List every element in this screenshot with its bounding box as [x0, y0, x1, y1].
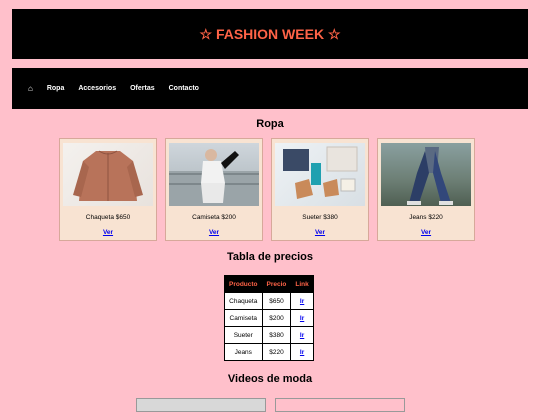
ver-link[interactable]: Ver: [209, 229, 219, 236]
home-icon[interactable]: ⌂: [28, 84, 33, 93]
product-grid: Chaqueta $650 Ver Camiseta $200 Ver Suet…: [59, 138, 475, 241]
ir-link[interactable]: Ir: [300, 349, 304, 356]
ver-link[interactable]: Ver: [103, 229, 113, 236]
site-header: ☆ FASHION WEEK ☆: [12, 9, 528, 59]
table-row: Chaqueta $650 Ir: [224, 292, 314, 310]
video-player[interactable]: [275, 398, 405, 412]
ver-link[interactable]: Ver: [315, 229, 325, 236]
product-caption: Chaqueta $650: [85, 214, 131, 221]
product-caption: Camiseta $200: [192, 214, 236, 221]
cell-link: Ir: [290, 292, 314, 310]
product-caption: Jeans $220: [409, 214, 443, 221]
product-card: Chaqueta $650 Ver: [59, 138, 157, 241]
cell-product: Sueter: [224, 326, 263, 344]
product-image-chaqueta: [63, 143, 153, 206]
cell-price: $650: [261, 292, 292, 310]
cell-product: Chaqueta: [224, 292, 263, 310]
cell-link: Ir: [290, 309, 314, 327]
section-title-ropa: Ropa: [256, 118, 284, 130]
price-table: Producto Precio Link Chaqueta $650 Ir Ca…: [224, 275, 314, 361]
product-card: Camiseta $200 Ver: [165, 138, 263, 241]
main-nav: ⌂ Ropa Accesorios Ofertas Contacto: [12, 68, 528, 109]
product-caption: Sueter $380: [302, 214, 338, 221]
cell-price: $220: [261, 343, 292, 361]
video-player[interactable]: [136, 398, 266, 412]
ir-link[interactable]: Ir: [300, 298, 304, 305]
column-header: Precio: [261, 275, 292, 293]
product-image-camiseta: [169, 143, 259, 206]
site-title: ☆ FASHION WEEK ☆: [199, 25, 341, 42]
column-header: Link: [290, 275, 314, 293]
nav-item-contacto[interactable]: Contacto: [169, 85, 199, 92]
ir-link[interactable]: Ir: [300, 315, 304, 322]
product-image-jeans: [381, 143, 471, 206]
cell-price: $380: [261, 326, 292, 344]
table-row: Sueter $380 Ir: [224, 326, 314, 344]
ver-link[interactable]: Ver: [421, 229, 431, 236]
table-row: Jeans $220 Ir: [224, 343, 314, 361]
product-image-sueter: [275, 143, 365, 206]
cell-product: Jeans: [224, 343, 263, 361]
section-title-videos: Videos de moda: [227, 373, 313, 385]
cell-price: $200: [261, 309, 292, 327]
nav-item-ropa[interactable]: Ropa: [47, 85, 65, 92]
section-title-precios: Tabla de precios: [227, 251, 313, 263]
cell-link: Ir: [290, 343, 314, 361]
cell-product: Camiseta: [224, 309, 263, 327]
product-card: Sueter $380 Ver: [271, 138, 369, 241]
table-row: Camiseta $200 Ir: [224, 309, 314, 327]
nav-item-accesorios[interactable]: Accesorios: [78, 85, 116, 92]
cell-link: Ir: [290, 326, 314, 344]
column-header: Producto: [224, 275, 263, 293]
ir-link[interactable]: Ir: [300, 332, 304, 339]
product-card: Jeans $220 Ver: [377, 138, 475, 241]
nav-item-ofertas[interactable]: Ofertas: [130, 85, 155, 92]
